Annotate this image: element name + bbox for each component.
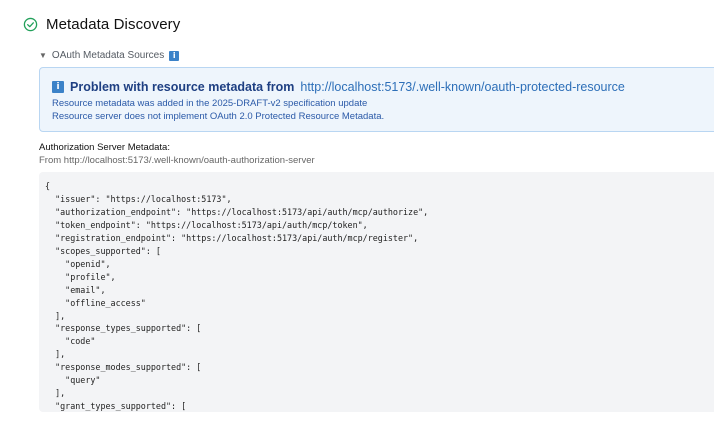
caret-down-icon: ▼	[39, 51, 47, 60]
info-icon: i	[52, 81, 64, 93]
auth-server-metadata-label: Authorization Server Metadata:	[39, 142, 170, 153]
info-icon[interactable]: i	[169, 50, 180, 61]
protected-resource-link[interactable]: http://localhost:5173/.well-known/oauth-…	[300, 80, 625, 94]
alert-line-1: Resource metadata was added in the 2025-…	[52, 98, 367, 109]
metadata-json-text: { "issuer": "https://localhost:5173", "a…	[45, 181, 429, 412]
auth-server-metadata-source: From http://localhost:5173/.well-known/o…	[39, 155, 315, 166]
sources-label: OAuth Metadata Sources	[51, 50, 165, 61]
metadata-json-block[interactable]: { "issuer": "https://localhost:5173", "a…	[39, 172, 714, 412]
alert-line-2: Resource server does not implement OAuth…	[52, 111, 385, 122]
alert-line-1-text: Resource metadata was added in the	[52, 98, 210, 109]
alert-title-text: Problem with resource metadata from	[70, 80, 295, 94]
oauth-metadata-sources-toggle[interactable]: ▼ OAuth Metadata Sources i	[39, 50, 180, 61]
metadata-discovery-header: Metadata Discovery	[23, 16, 180, 33]
check-circle-icon	[23, 17, 38, 32]
resource-metadata-alert: i Problem with resource metadata from ht…	[39, 67, 714, 132]
spec-update-link[interactable]: 2025-DRAFT-v2 specification update	[212, 98, 367, 109]
page-title: Metadata Discovery	[46, 16, 181, 33]
alert-title: i Problem with resource metadata from ht…	[52, 80, 625, 94]
